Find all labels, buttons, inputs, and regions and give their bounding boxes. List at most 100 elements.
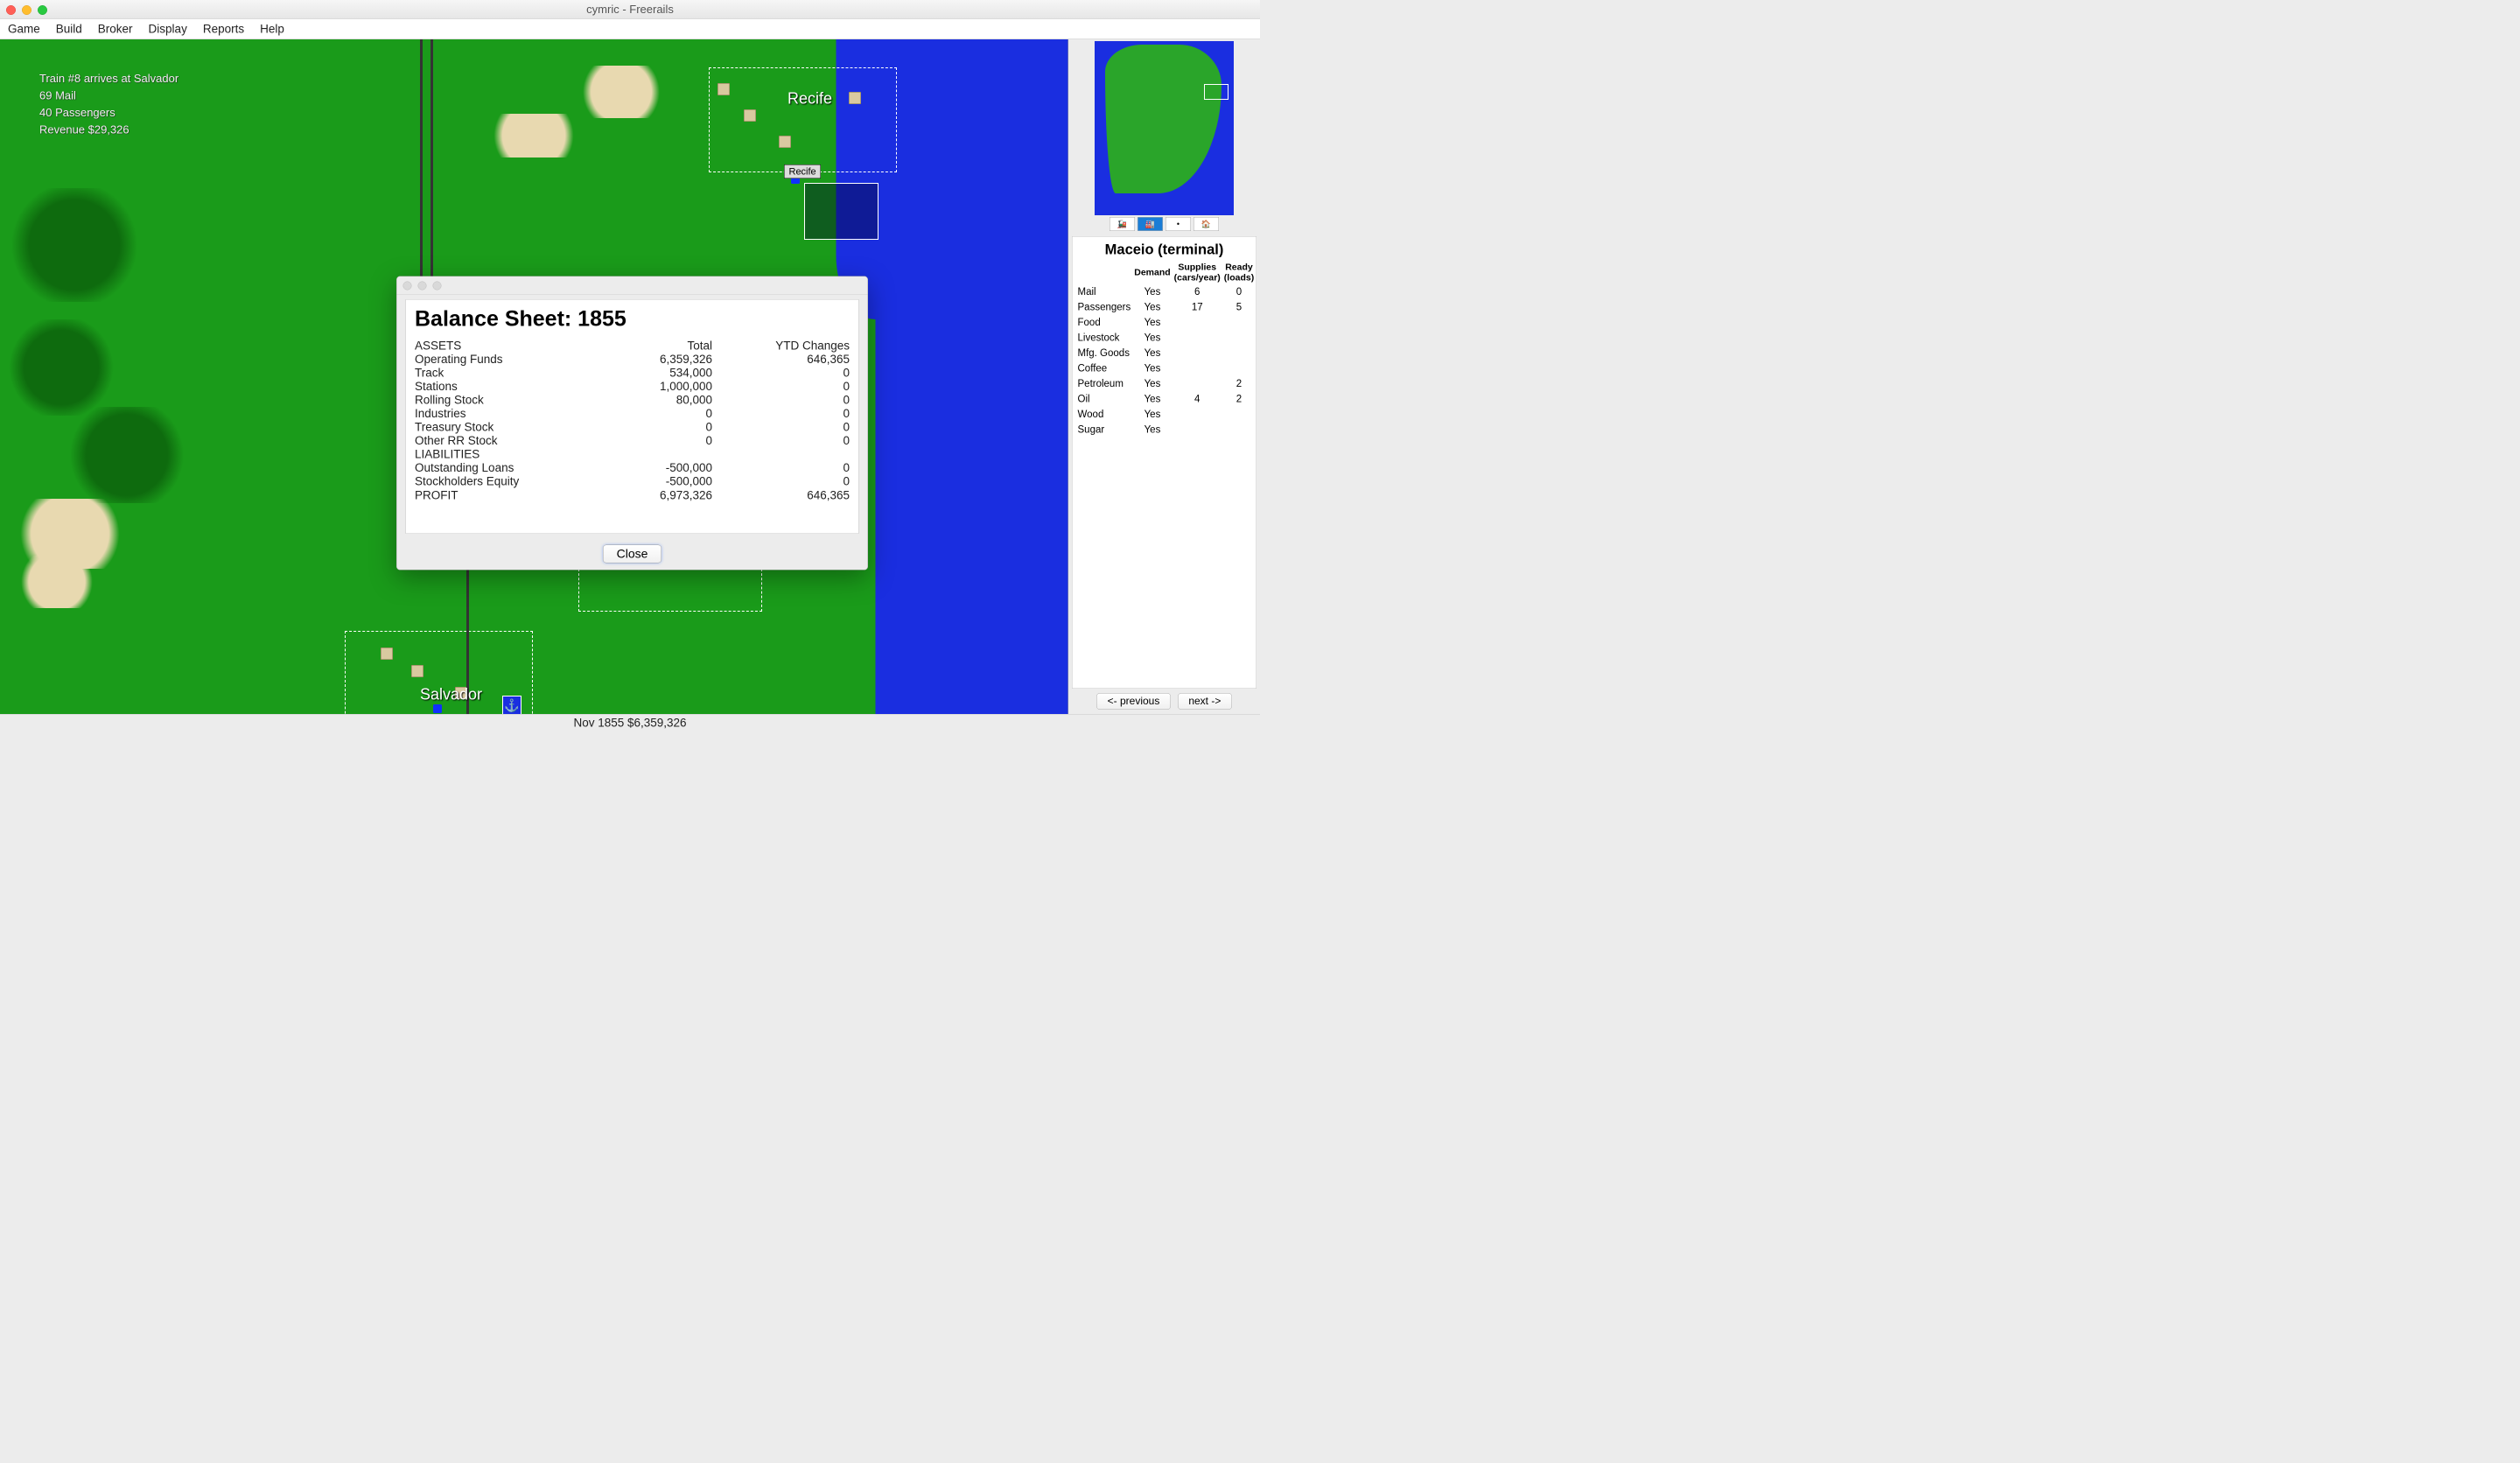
bs-row-label: Track [415, 367, 590, 381]
window-title: cymric - Freerails [0, 3, 1260, 17]
goods-supplies [1172, 330, 1222, 346]
anchor-icon[interactable]: ⚓ [502, 696, 522, 714]
goods-demand: Yes [1132, 299, 1172, 315]
goods-row: Mail Yes 6 0 [1076, 284, 1256, 300]
menu-display[interactable]: Display [149, 23, 187, 37]
bs-row-label: Treasury Stock [415, 421, 590, 435]
city-label-salvador: Salvador [420, 685, 482, 704]
titlebar: cymric - Freerails [0, 0, 1260, 19]
window-close-button[interactable] [6, 5, 16, 15]
dialog-titlebar[interactable] [397, 276, 868, 295]
bs-row-ytd: 646,365 [712, 488, 850, 502]
goods-supplies [1172, 346, 1222, 361]
window-zoom-button[interactable] [38, 5, 47, 15]
goods-demand: Yes [1132, 422, 1172, 438]
bs-row-ytd: 0 [712, 407, 850, 421]
goods-supplies [1172, 376, 1222, 392]
goods-ready: 5 [1222, 299, 1256, 315]
menubar: Game Build Broker Display Reports Help [0, 19, 1260, 39]
minimap-tab-1[interactable]: 🚂 [1110, 217, 1135, 231]
bs-row-total: 0 [590, 421, 712, 435]
goods-name: Coffee [1076, 360, 1133, 376]
bs-row-ytd: 0 [712, 367, 850, 381]
station-label-recife[interactable]: Recife [784, 164, 821, 178]
goods-demand: Yes [1132, 376, 1172, 392]
menu-broker[interactable]: Broker [98, 23, 133, 37]
minimap-tab-4[interactable]: 🏠 [1194, 217, 1219, 231]
goods-demand: Yes [1132, 330, 1172, 346]
goods-row: Petroleum Yes 2 [1076, 376, 1256, 392]
bs-row-total: 534,000 [590, 367, 712, 381]
menu-help[interactable]: Help [260, 23, 284, 37]
goods-name: Livestock [1076, 330, 1133, 346]
ocean [876, 39, 1068, 714]
bs-row-ytd: 0 [712, 394, 850, 408]
minimap-tab-2[interactable]: 🏭 [1138, 217, 1163, 231]
goods-supplies [1172, 315, 1222, 331]
goods-ready: 0 [1222, 284, 1256, 300]
goods-ready [1222, 407, 1256, 423]
message-line: Train #8 arrives at Salvador [39, 70, 178, 88]
goods-ready [1222, 346, 1256, 361]
bs-row-total: 1,000,000 [590, 380, 712, 394]
message-line: 40 Passengers [39, 104, 178, 122]
bs-row-ytd: 0 [712, 475, 850, 489]
sidebar: 🚂 🏭 • 🏠 Maceio (terminal) Demand Supplie… [1068, 39, 1260, 714]
goods-row: Passengers Yes 17 5 [1076, 299, 1256, 315]
goods-row: Livestock Yes [1076, 330, 1256, 346]
bs-row-ytd: 0 [712, 461, 850, 475]
goods-name: Petroleum [1076, 376, 1133, 392]
next-button[interactable]: next -> [1178, 693, 1232, 710]
bs-row-total: 80,000 [590, 394, 712, 408]
status-text: Nov 1855 $6,359,326 [573, 717, 686, 731]
goods-demand: Yes [1132, 360, 1172, 376]
goods-ready [1222, 422, 1256, 438]
minimap-continent [1105, 45, 1222, 193]
station-name: Maceio (terminal) [1076, 242, 1253, 258]
menu-reports[interactable]: Reports [203, 23, 244, 37]
minimap-tab-3[interactable]: • [1166, 217, 1191, 231]
goods-row: Wood Yes [1076, 407, 1256, 423]
dialog-content: Balance Sheet: 1855 ASSETSTotalYTD Chang… [406, 299, 859, 534]
minimap-tabs: 🚂 🏭 • 🏠 [1070, 217, 1258, 231]
window-minimize-button[interactable] [22, 5, 32, 15]
goods-demand: Yes [1132, 315, 1172, 331]
bs-header-total: Total [590, 340, 712, 354]
bs-row-total: 6,973,326 [590, 488, 712, 502]
minimap[interactable] [1095, 41, 1234, 215]
goods-demand: Yes [1132, 391, 1172, 407]
menu-build[interactable]: Build [56, 23, 82, 37]
goods-table: Demand Supplies (cars/year) Ready (loads… [1076, 262, 1256, 438]
bs-row-ytd: 0 [712, 421, 850, 435]
message-line: Revenue $29,326 [39, 122, 178, 139]
goods-ready [1222, 360, 1256, 376]
goods-name: Passengers [1076, 299, 1133, 315]
goods-supplies [1172, 422, 1222, 438]
goods-row: Sugar Yes [1076, 422, 1256, 438]
bs-row-total: 6,359,326 [590, 353, 712, 367]
close-button[interactable]: Close [603, 545, 662, 564]
dialog-minimize-icon [418, 281, 427, 290]
dialog-title: Balance Sheet: 1855 [415, 306, 850, 332]
train-marker[interactable] [433, 704, 442, 713]
game-map[interactable]: ⚓ Recife Recife Salvador Train #8 arrive… [0, 39, 1068, 714]
goods-supplies [1172, 407, 1222, 423]
dialog-close-icon[interactable] [403, 281, 412, 290]
station-panel: Maceio (terminal) Demand Supplies (cars/… [1072, 236, 1256, 689]
menu-game[interactable]: Game [8, 23, 40, 37]
message-overlay: Train #8 arrives at Salvador 69 Mail 40 … [39, 70, 178, 138]
bs-row-label: Rolling Stock [415, 394, 590, 408]
goods-supplies: 6 [1172, 284, 1222, 300]
goods-name: Food [1076, 315, 1133, 331]
minimap-viewport[interactable] [1204, 84, 1228, 100]
station-region-recife [709, 67, 897, 172]
goods-row: Mfg. Goods Yes [1076, 346, 1256, 361]
goods-row: Food Yes [1076, 315, 1256, 331]
goods-demand: Yes [1132, 284, 1172, 300]
train-selection-box[interactable] [804, 183, 878, 240]
balance-sheet-dialog: Balance Sheet: 1855 ASSETSTotalYTD Chang… [396, 276, 868, 570]
col-ready: Ready (loads) [1222, 262, 1256, 284]
bs-row-total: 0 [590, 434, 712, 448]
bs-row-ytd: 646,365 [712, 353, 850, 367]
previous-button[interactable]: <- previous [1096, 693, 1171, 710]
